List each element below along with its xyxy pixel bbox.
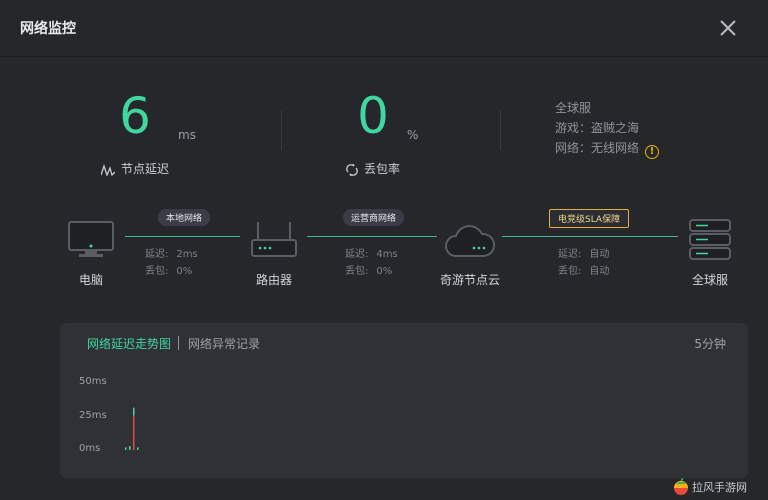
node-cloud: 奇游节点云	[432, 222, 508, 288]
packet-loss-icon	[346, 163, 358, 177]
y-tick-label: 0ms	[79, 443, 101, 454]
delay-label: 延迟:	[345, 249, 369, 260]
loss-label-row: 丢包率	[283, 160, 463, 177]
game-name: 游戏：盗贼之海	[555, 121, 640, 135]
delay-label: 延迟:	[558, 249, 582, 260]
pulse-icon	[100, 163, 116, 177]
latency-label: 节点延迟	[120, 162, 169, 176]
watermark: 拉风手游网	[672, 478, 747, 496]
tab-latency-trend[interactable]: 网络延迟走势图	[87, 335, 171, 352]
watermark-text: 拉风手游网	[692, 481, 747, 494]
link-metrics-isp: 延迟: 4ms 丢包: 0%	[345, 246, 398, 280]
node-server-label: 全球服	[691, 273, 728, 287]
node-pc: 电脑	[66, 220, 116, 288]
delay-label: 延迟:	[145, 249, 169, 260]
stat-divider	[500, 110, 501, 150]
latency-chart	[125, 407, 139, 450]
network-type: 网络：无线网络	[555, 141, 640, 155]
warning-icon[interactable]: !	[645, 145, 660, 159]
link-line	[307, 236, 437, 237]
close-button[interactable]	[718, 18, 738, 38]
tab-network-anomalies[interactable]: 网络异常记录	[188, 335, 260, 352]
latency-bar	[133, 407, 135, 416]
latency-value: 6	[119, 87, 151, 145]
latency-spike-bar	[133, 415, 135, 450]
tab-divider	[178, 336, 179, 350]
stat-divider	[281, 110, 282, 150]
loss-value: 0	[357, 87, 389, 145]
y-tick-label: 25ms	[79, 410, 107, 421]
close-icon	[720, 20, 736, 36]
node-router: 路由器	[248, 220, 300, 288]
node-router-label: 路由器	[255, 273, 292, 287]
loss-value: 0%	[176, 266, 193, 277]
server-icon	[689, 219, 731, 260]
loss-label: 丢包:	[345, 266, 369, 277]
latency-bar	[125, 447, 127, 450]
title-bar: 网络监控	[0, 0, 768, 57]
link-tag-isp: 运营商网络	[343, 209, 405, 226]
loss-value: 0%	[376, 266, 393, 277]
loss-label: 丢包:	[145, 266, 169, 277]
server-name: 全球服	[555, 101, 592, 115]
monitor-icon	[68, 221, 114, 257]
loss-label: 丢包率	[363, 162, 400, 176]
latency-label-row: 节点延迟	[45, 160, 225, 177]
link-tag-sla: 电竞级SLA保障	[549, 209, 630, 228]
node-server: 全球服	[684, 218, 736, 288]
node-cloud-label: 奇游节点云	[439, 273, 500, 287]
delay-value: 2ms	[176, 249, 198, 260]
loss-unit: %	[407, 128, 419, 142]
link-tag-local: 本地网络	[158, 209, 211, 226]
latency-unit: ms	[178, 128, 196, 142]
latency-bar	[129, 446, 131, 450]
latency-stat: 6 ms 节点延迟	[45, 87, 225, 177]
link-line	[125, 236, 240, 237]
node-pc-label: 电脑	[78, 273, 103, 287]
watermark-logo-icon	[674, 478, 688, 495]
loss-stat: 0 % 丢包率	[283, 87, 463, 177]
link-metrics-local: 延迟: 2ms 丢包: 0%	[145, 246, 198, 280]
link-line	[502, 236, 678, 237]
delay-value: 4ms	[376, 249, 398, 260]
loss-label: 丢包:	[558, 266, 582, 277]
network-type-row: 网络：无线网络!	[555, 138, 660, 159]
y-tick-label: 50ms	[79, 376, 107, 387]
latency-bar	[137, 447, 139, 450]
router-icon	[251, 222, 297, 257]
chart-panel: 网络延迟走势图 网络异常记录 5分钟 50ms 25ms 0ms	[60, 323, 748, 478]
link-metrics-sla: 延迟: 自动 丢包: 自动	[558, 246, 609, 280]
cloud-icon	[445, 225, 496, 257]
time-period[interactable]: 5分钟	[694, 335, 726, 352]
server-info: 全球服 游戏：盗贼之海 网络：无线网络!	[555, 98, 660, 159]
loss-value: 自动	[589, 266, 610, 277]
delay-value: 自动	[589, 249, 610, 260]
window-title: 网络监控	[20, 21, 76, 37]
